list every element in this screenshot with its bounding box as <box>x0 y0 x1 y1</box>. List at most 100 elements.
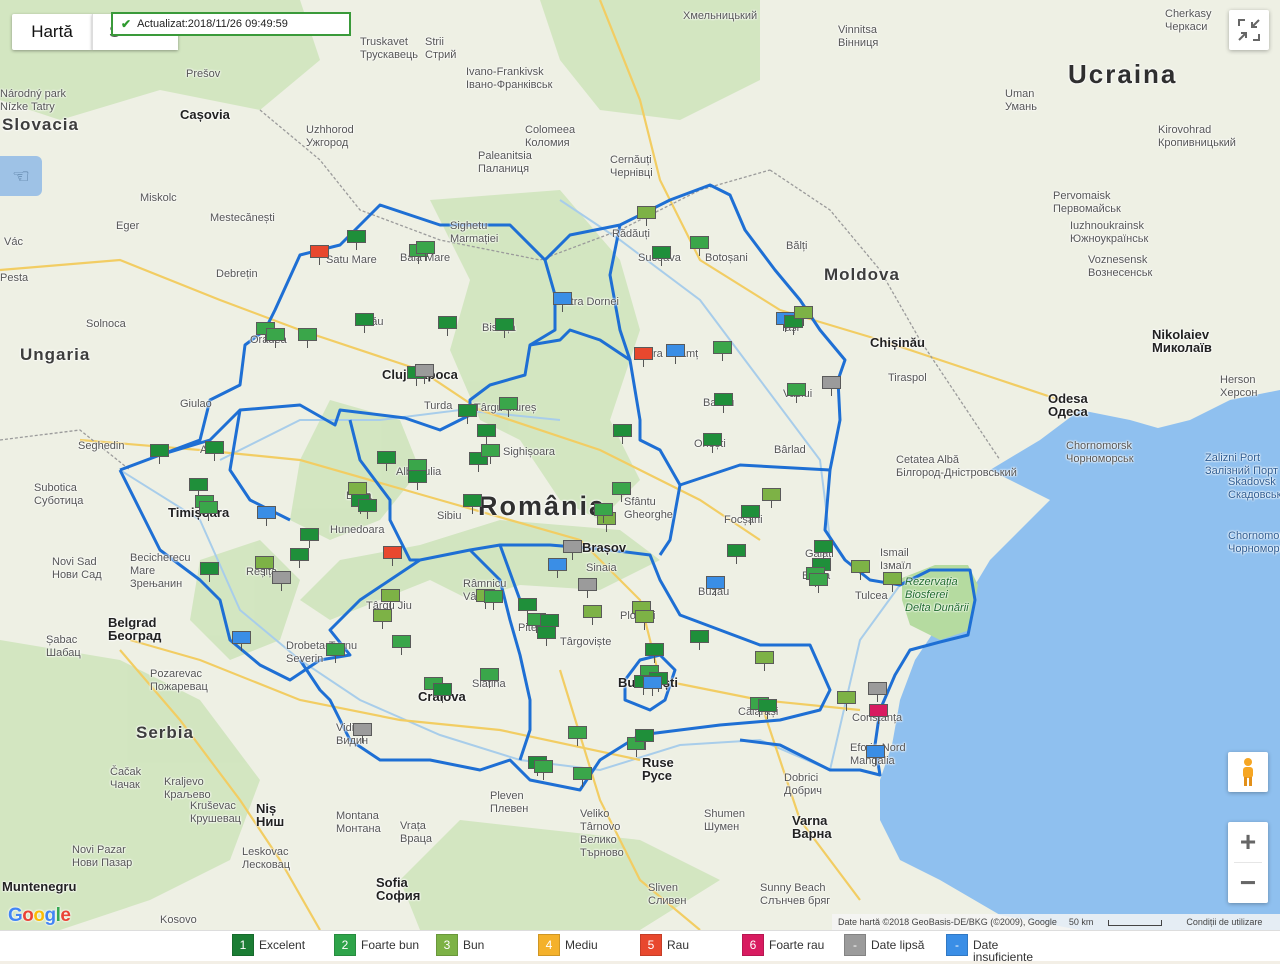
station-marker[interactable] <box>794 306 813 326</box>
google-logo[interactable]: Google <box>8 905 71 927</box>
station-marker[interactable] <box>518 598 537 618</box>
scale-bar <box>1108 919 1163 926</box>
map-canvas[interactable]: Ucraina Moldova Ungaria Slovacia Serbia Munte… <box>0 0 1280 930</box>
station-marker[interactable] <box>613 424 632 444</box>
station-marker[interactable] <box>484 590 503 610</box>
station-marker[interactable] <box>257 506 276 526</box>
map-type-map-tab[interactable]: Hartă <box>12 14 92 50</box>
station-marker[interactable] <box>635 729 654 749</box>
station-marker[interactable] <box>637 206 656 226</box>
station-marker[interactable] <box>814 540 833 560</box>
zoom-out-button[interactable]: − <box>1228 863 1268 903</box>
station-marker[interactable] <box>866 745 885 765</box>
station-marker[interactable] <box>727 544 746 564</box>
legend-swatch: - <box>844 934 866 956</box>
map-attribution: Date hartă ©2018 GeoBasis-DE/BKG (©2009)… <box>832 914 1280 930</box>
station-marker[interactable] <box>741 505 760 525</box>
station-marker[interactable] <box>868 682 887 702</box>
station-marker[interactable] <box>706 576 725 596</box>
station-marker[interactable] <box>433 683 452 703</box>
station-marker[interactable] <box>326 643 345 663</box>
legend-item: 3 Bun <box>436 934 535 956</box>
zoom-control: + − <box>1228 822 1268 903</box>
terms-link[interactable]: Condiții de utilizare <box>1186 917 1262 927</box>
station-marker[interactable] <box>381 589 400 609</box>
station-marker[interactable] <box>563 540 582 560</box>
station-marker[interactable] <box>463 494 482 514</box>
station-marker[interactable] <box>150 444 169 464</box>
station-marker[interactable] <box>534 760 553 780</box>
scale-indicator[interactable]: 50 km <box>1069 917 1175 927</box>
station-marker[interactable] <box>205 441 224 461</box>
street-view-button[interactable] <box>1228 752 1268 792</box>
station-marker[interactable] <box>758 699 777 719</box>
zoom-in-button[interactable]: + <box>1228 822 1268 862</box>
station-marker[interactable] <box>537 626 556 646</box>
station-marker[interactable] <box>703 433 722 453</box>
station-marker[interactable] <box>415 364 434 384</box>
station-marker[interactable] <box>377 451 396 471</box>
station-marker[interactable] <box>408 470 427 490</box>
side-panel-toggle[interactable]: ☜ <box>0 156 42 196</box>
station-marker[interactable] <box>355 313 374 333</box>
station-marker[interactable] <box>578 578 597 598</box>
station-marker[interactable] <box>634 347 653 367</box>
station-marker[interactable] <box>189 478 208 498</box>
station-marker[interactable] <box>298 328 317 348</box>
station-marker[interactable] <box>713 341 732 361</box>
station-marker[interactable] <box>755 651 774 671</box>
station-marker[interactable] <box>851 560 870 580</box>
station-marker[interactable] <box>272 571 291 591</box>
fullscreen-button[interactable] <box>1229 10 1269 50</box>
station-marker[interactable] <box>358 499 377 519</box>
legend-swatch: 3 <box>436 934 458 956</box>
station-marker[interactable] <box>666 344 685 364</box>
station-marker[interactable] <box>416 241 435 261</box>
map-tab-label: Hartă <box>31 22 73 41</box>
station-marker[interactable] <box>347 230 366 250</box>
station-marker[interactable] <box>438 316 457 336</box>
station-marker[interactable] <box>883 572 902 592</box>
station-marker[interactable] <box>392 635 411 655</box>
station-marker[interactable] <box>499 397 518 417</box>
station-marker[interactable] <box>481 444 500 464</box>
station-marker[interactable] <box>477 424 496 444</box>
station-marker[interactable] <box>199 501 218 521</box>
station-marker[interactable] <box>495 318 514 338</box>
station-marker[interactable] <box>787 383 806 403</box>
station-marker[interactable] <box>652 246 671 266</box>
station-marker[interactable] <box>290 548 309 568</box>
station-marker[interactable] <box>594 503 613 523</box>
station-marker[interactable] <box>266 328 285 348</box>
station-marker[interactable] <box>553 292 572 312</box>
station-marker[interactable] <box>714 393 733 413</box>
station-marker[interactable] <box>255 556 274 576</box>
station-marker[interactable] <box>458 404 477 424</box>
station-marker[interactable] <box>310 245 329 265</box>
station-marker[interactable] <box>762 488 781 508</box>
station-marker[interactable] <box>573 767 592 787</box>
station-marker[interactable] <box>548 558 567 578</box>
station-marker[interactable] <box>232 631 251 651</box>
station-marker[interactable] <box>300 528 319 548</box>
station-marker[interactable] <box>869 704 888 724</box>
station-marker[interactable] <box>353 723 372 743</box>
station-marker[interactable] <box>690 630 709 650</box>
station-marker[interactable] <box>809 573 828 593</box>
station-marker[interactable] <box>643 676 662 696</box>
station-marker[interactable] <box>480 668 499 688</box>
station-marker[interactable] <box>568 726 587 746</box>
station-marker[interactable] <box>690 236 709 256</box>
black-sea <box>880 410 1280 930</box>
station-marker[interactable] <box>583 605 602 625</box>
station-marker[interactable] <box>383 546 402 566</box>
station-marker[interactable] <box>635 610 654 630</box>
station-marker[interactable] <box>200 562 219 582</box>
pegman-icon <box>1243 758 1253 786</box>
legend-item: 4 Mediu <box>538 934 637 956</box>
station-marker[interactable] <box>837 691 856 711</box>
station-marker[interactable] <box>645 643 664 663</box>
station-marker[interactable] <box>822 376 841 396</box>
station-marker[interactable] <box>373 609 392 629</box>
station-marker[interactable] <box>612 482 631 502</box>
